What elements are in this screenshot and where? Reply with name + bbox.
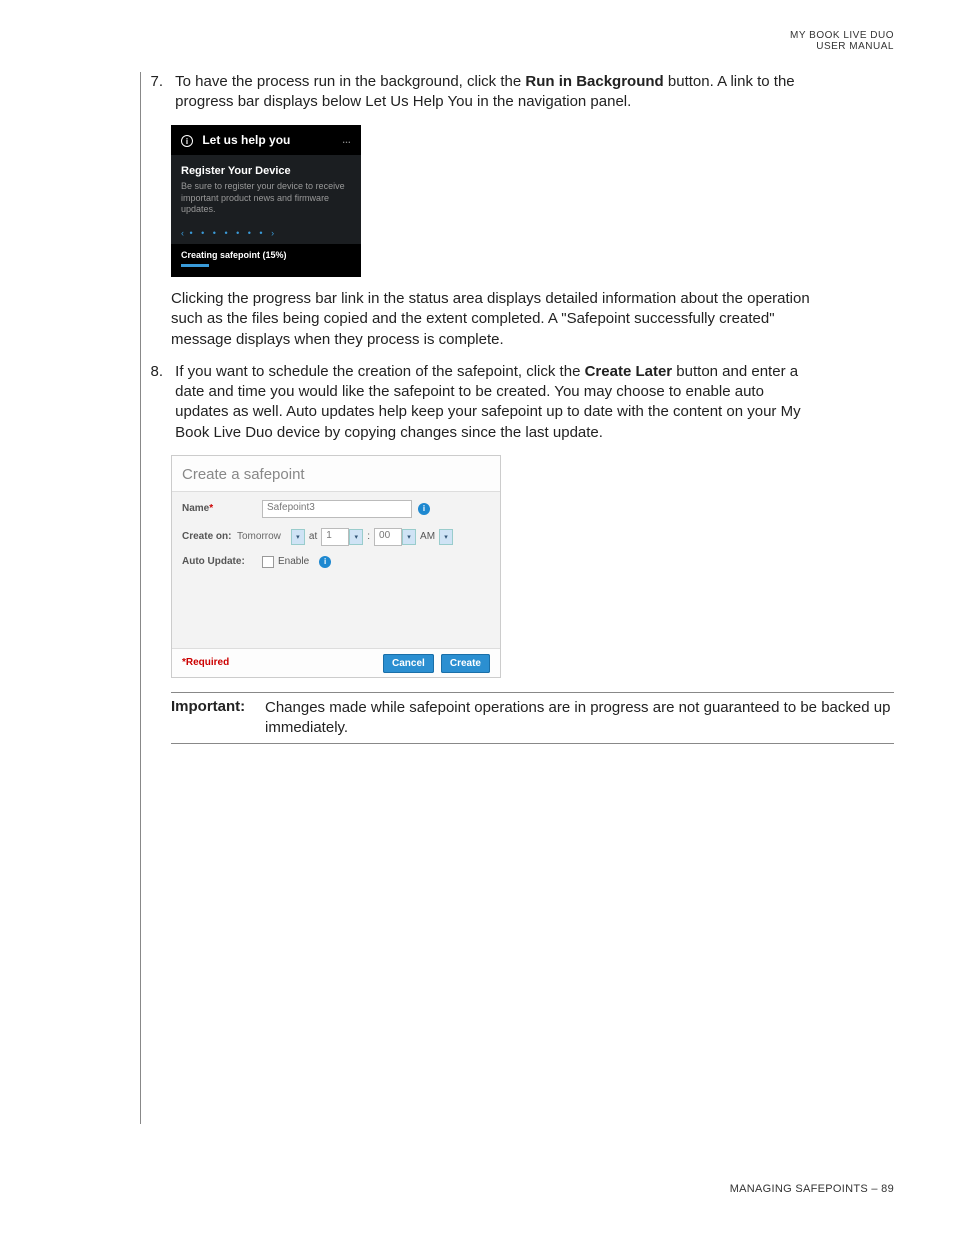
create-safepoint-dialog: Create a safepoint Name* Safepoint3 i Cr…	[171, 455, 501, 678]
dropdown-icon[interactable]: ▾	[439, 529, 453, 545]
step-body: To have the process run in the backgroun…	[175, 72, 815, 113]
ellipsis-icon: …	[342, 135, 351, 145]
dropdown-icon[interactable]: ▾	[291, 529, 305, 545]
important-note: Important: Changes made while safepoint …	[171, 692, 894, 744]
dropdown-icon[interactable]: ▾	[402, 529, 416, 545]
progress-status: Creating safepoint (15%)	[171, 244, 361, 277]
register-text: Be sure to register your device to recei…	[181, 181, 351, 216]
createon-row: Create on: Tomorrow ▾ at 1 ▾ : 00 ▾ AM ▾	[182, 528, 490, 546]
dropdown-icon[interactable]: ▾	[349, 529, 363, 545]
help-panel-screenshot: i Let us help you … Register Your Device…	[171, 125, 361, 278]
header-line1: MY BOOK LIVE DUO	[60, 30, 894, 41]
important-label: Important:	[171, 698, 245, 715]
step-body: If you want to schedule the creation of …	[175, 362, 815, 443]
register-title: Register Your Device	[181, 165, 351, 177]
header-line2: USER MANUAL	[60, 41, 894, 52]
step-7: 7. To have the process run in the backgr…	[171, 72, 894, 113]
step-number: 8.	[139, 362, 163, 382]
info-icon[interactable]: i	[319, 556, 331, 568]
minute-input[interactable]: 00	[374, 528, 402, 546]
required-label: *Required	[182, 657, 229, 668]
info-icon: i	[181, 135, 193, 147]
dialog-title: Create a safepoint	[172, 456, 500, 492]
content-block: 7. To have the process run in the backgr…	[140, 72, 894, 1124]
page-header: MY BOOK LIVE DUO USER MANUAL	[60, 30, 894, 52]
help-panel-title: Let us help you	[202, 133, 290, 147]
important-text: Changes made while safepoint operations …	[265, 698, 894, 739]
cancel-button[interactable]: Cancel	[383, 654, 434, 673]
name-input[interactable]: Safepoint3	[262, 500, 412, 518]
enable-checkbox[interactable]	[262, 556, 274, 568]
hour-input[interactable]: 1	[321, 528, 349, 546]
step-number: 7.	[139, 72, 163, 92]
info-icon[interactable]: i	[418, 503, 430, 515]
step-7-followup: Clicking the progress bar link in the st…	[171, 289, 894, 350]
step-8: 8. If you want to schedule the creation …	[171, 362, 894, 443]
autoupdate-row: Auto Update: Enable i	[182, 556, 490, 568]
progress-bar	[181, 264, 209, 267]
name-row: Name* Safepoint3 i	[182, 500, 490, 518]
carousel-dots: ‹ • • • • • • • ›	[171, 222, 361, 244]
help-panel-header: i Let us help you …	[171, 125, 361, 156]
page-footer: MANAGING SAFEPOINTS – 89	[730, 1183, 894, 1195]
create-button[interactable]: Create	[441, 654, 490, 673]
createon-value: Tomorrow	[237, 531, 281, 542]
